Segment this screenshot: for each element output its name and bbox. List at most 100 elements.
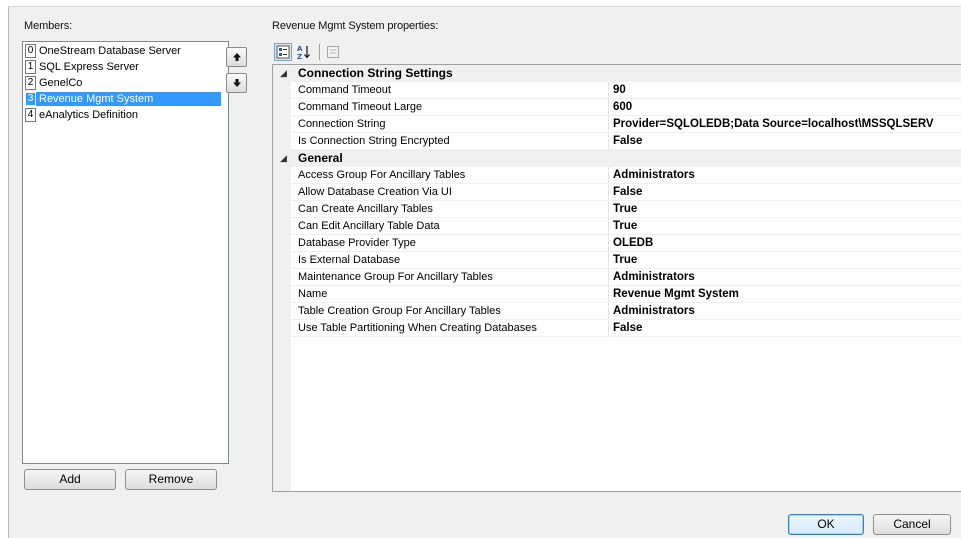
property-name: Use Table Partitioning When Creating Dat…	[291, 320, 609, 337]
property-value[interactable]: True	[610, 201, 961, 218]
member-index: 0	[25, 44, 36, 58]
property-row[interactable]: Access Group For Ancillary Tables Adminis…	[273, 167, 961, 184]
member-index: 4	[25, 108, 36, 122]
property-name: Maintenance Group For Ancillary Tables	[291, 269, 609, 286]
cancel-button[interactable]: Cancel	[873, 514, 951, 535]
property-value[interactable]: Administrators	[610, 269, 961, 286]
property-name: Can Edit Ancillary Table Data	[291, 218, 609, 235]
property-value[interactable]: Administrators	[610, 167, 961, 184]
svg-text:A: A	[297, 45, 303, 53]
row-gutter	[273, 252, 291, 269]
alphabetical-sort-button[interactable]: A Z	[295, 43, 313, 61]
member-list-item[interactable]: 3 Revenue Mgmt System	[25, 92, 221, 106]
property-name: Command Timeout	[291, 82, 609, 99]
member-name: Revenue Mgmt System	[39, 93, 154, 105]
row-gutter	[273, 303, 291, 320]
property-row[interactable]: Command Timeout 90	[273, 82, 961, 99]
member-list-item[interactable]: 4 eAnalytics Definition	[25, 108, 138, 122]
row-gutter	[273, 269, 291, 286]
property-row[interactable]: Table Creation Group For Ancillary Table…	[273, 303, 961, 320]
property-name: Database Provider Type	[291, 235, 609, 252]
arrow-down-icon	[232, 79, 241, 87]
category-row[interactable]: ◢ General	[273, 150, 961, 167]
row-gutter	[273, 286, 291, 303]
property-row[interactable]: Command Timeout Large 600	[273, 99, 961, 116]
row-gutter	[273, 320, 291, 337]
property-value[interactable]: OLEDB	[610, 235, 961, 252]
row-gutter	[273, 116, 291, 133]
property-value[interactable]: False	[610, 184, 961, 201]
property-value[interactable]: False	[610, 133, 961, 150]
grid-empty-gutter	[273, 337, 291, 491]
property-name: Is External Database	[291, 252, 609, 269]
row-gutter	[273, 201, 291, 218]
collapse-triangle-icon[interactable]: ◢	[280, 65, 287, 82]
member-list-item[interactable]: 1 SQL Express Server	[25, 60, 139, 74]
property-value[interactable]: True	[610, 252, 961, 269]
category-name: Connection String Settings	[298, 66, 453, 80]
property-name: Access Group For Ancillary Tables	[291, 167, 609, 184]
property-name: Connection String	[291, 116, 609, 133]
property-row[interactable]: Connection String Provider=SQLOLEDB;Data …	[273, 116, 961, 133]
property-row[interactable]: Name Revenue Mgmt System	[273, 286, 961, 303]
category-row[interactable]: ◢ Connection String Settings	[273, 65, 961, 82]
sort-az-icon: A Z	[297, 45, 310, 60]
property-name: Table Creation Group For Ancillary Table…	[291, 303, 609, 320]
property-name: Name	[291, 286, 609, 303]
property-value[interactable]: Administrators	[610, 303, 961, 320]
property-row[interactable]: Database Provider Type OLEDB	[273, 235, 961, 252]
row-gutter	[273, 184, 291, 201]
property-value[interactable]: False	[610, 320, 961, 337]
member-name: SQL Express Server	[39, 61, 139, 73]
row-gutter	[273, 167, 291, 184]
row-gutter	[273, 133, 291, 150]
member-index: 2	[25, 76, 36, 90]
row-gutter	[273, 218, 291, 235]
property-row[interactable]: Is External Database True	[273, 252, 961, 269]
property-row[interactable]: Can Edit Ancillary Table Data True	[273, 218, 961, 235]
member-index: 3	[25, 92, 36, 106]
property-value[interactable]: True	[610, 218, 961, 235]
members-list[interactable]: 0 OneStream Database Server 1 SQL Express S…	[22, 41, 229, 464]
property-row[interactable]: Allow Database Creation Via UI False	[273, 184, 961, 201]
remove-button[interactable]: Remove	[125, 469, 217, 490]
categorized-view-button[interactable]	[274, 43, 292, 61]
dialog-window: Members: 0 OneStream Database Server 1 SQL …	[8, 6, 961, 538]
row-gutter	[273, 82, 291, 99]
member-list-item[interactable]: 0 OneStream Database Server	[25, 44, 181, 58]
property-row[interactable]: Can Create Ancillary Tables True	[273, 201, 961, 218]
property-name: Command Timeout Large	[291, 99, 609, 116]
move-up-button[interactable]	[226, 47, 247, 67]
row-gutter	[273, 235, 291, 252]
property-pages-button[interactable]	[324, 43, 342, 61]
property-name: Can Create Ancillary Tables	[291, 201, 609, 218]
member-index: 1	[25, 60, 36, 74]
property-row[interactable]: Use Table Partitioning When Creating Dat…	[273, 320, 961, 337]
ok-button[interactable]: OK	[788, 514, 864, 535]
member-list-item[interactable]: 2 GenelCo	[25, 76, 82, 90]
property-name: Is Connection String Encrypted	[291, 133, 609, 150]
property-value[interactable]: 600	[610, 99, 961, 116]
collapse-triangle-icon[interactable]: ◢	[280, 150, 287, 167]
property-name: Allow Database Creation Via UI	[291, 184, 609, 201]
add-button[interactable]: Add	[24, 469, 116, 490]
property-pages-icon	[327, 46, 339, 58]
property-value[interactable]: 90	[610, 82, 961, 99]
members-label: Members:	[24, 20, 73, 32]
svg-text:Z: Z	[297, 53, 302, 60]
member-name: GenelCo	[39, 77, 83, 89]
arrow-up-icon	[232, 53, 241, 61]
toolbar-separator	[319, 44, 320, 60]
property-value[interactable]: Provider=SQLOLEDB;Data Source=localhost\…	[610, 116, 961, 133]
property-row[interactable]: Is Connection String Encrypted False	[273, 133, 961, 150]
move-down-button[interactable]	[226, 73, 247, 93]
category-name: General	[298, 151, 343, 165]
categorized-icon	[276, 45, 290, 59]
property-row[interactable]: Maintenance Group For Ancillary Tables Ad…	[273, 269, 961, 286]
property-grid[interactable]: ◢ Connection String Settings Command Timeo…	[272, 64, 961, 492]
member-name: OneStream Database Server	[39, 45, 181, 57]
row-gutter	[273, 99, 291, 116]
properties-label: Revenue Mgmt System properties:	[272, 20, 439, 32]
property-value[interactable]: Revenue Mgmt System	[610, 286, 961, 303]
property-toolbar: A Z	[274, 41, 345, 63]
